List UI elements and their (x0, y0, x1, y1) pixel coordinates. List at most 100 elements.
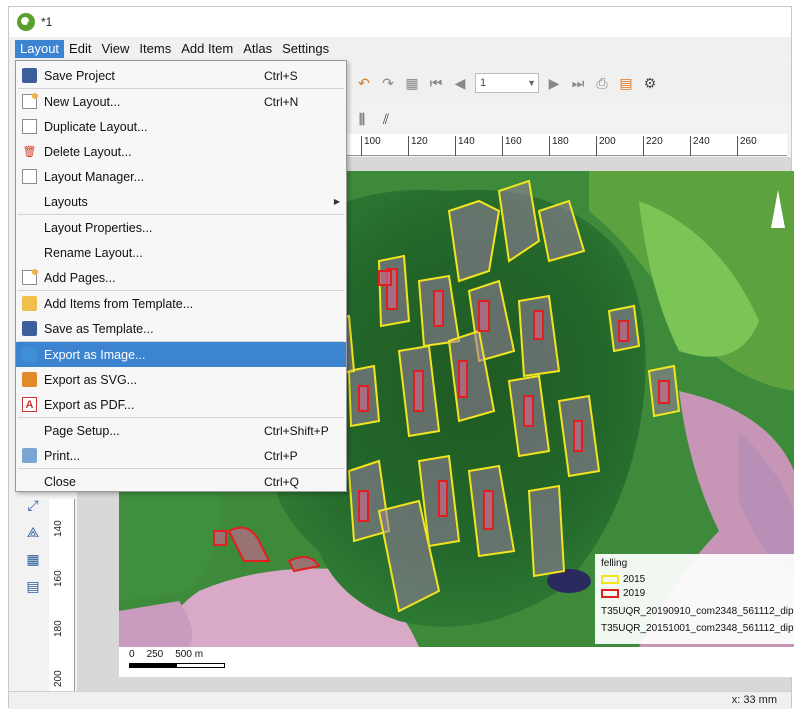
menu-item-page-setup[interactable]: Page Setup... Ctrl+Shift+P (16, 418, 346, 443)
menu-item-layout-properties[interactable]: Layout Properties... (16, 215, 346, 240)
ruler-tick: 140 (53, 520, 64, 537)
legend-item[interactable]: felling 2015 2019 T35UQR_20190910_com234… (595, 554, 797, 644)
redo-icon[interactable]: ↷ (379, 74, 397, 92)
menu-add-item[interactable]: Add Item (176, 40, 238, 58)
menu-item-label: Page Setup... (44, 423, 120, 438)
new-layout-icon (22, 93, 38, 109)
atlas-preview-icon[interactable]: ▦ (403, 74, 421, 92)
save-icon (22, 68, 37, 83)
print-icon (22, 448, 37, 463)
add-node-item-icon[interactable]: ⤢ (27, 497, 38, 514)
menu-item-rename-layout[interactable]: Rename Layout... (16, 240, 346, 265)
print-atlas-icon[interactable]: ⎙ (593, 74, 611, 92)
scalebar-segment (130, 664, 177, 667)
menu-settings[interactable]: Settings (277, 40, 334, 58)
layout-manager-icon (22, 169, 37, 184)
folder-icon (22, 296, 37, 311)
atlas-toolbar: ↶ ↷ ▦ ⏮ ◀ 1 ▼ ▶ ⏭ ⎙ ▤ ⚙ (349, 61, 791, 105)
menu-item-close[interactable]: Close Ctrl+Q (16, 469, 346, 494)
menu-item-export-as-svg[interactable]: Export as SVG... (16, 367, 346, 392)
ruler-tick: 260 (737, 136, 757, 156)
next-feature-icon[interactable]: ▶ (545, 74, 563, 92)
menu-item-label: Add Pages... (44, 270, 116, 285)
vertical-ruler: 140 160 180 200 (49, 499, 75, 697)
menu-item-new-layout[interactable]: New Layout... Ctrl+N (16, 89, 346, 114)
menu-item-add-pages[interactable]: Add Pages... (16, 265, 346, 290)
menu-item-label: Add Items from Template... (44, 296, 194, 311)
legend-label: 2015 (623, 573, 646, 585)
resize-icon[interactable]: ⫽ (377, 110, 395, 128)
save-template-icon (22, 321, 37, 336)
menu-item-label: Close (44, 474, 76, 489)
menu-item-label: Layout Manager... (44, 169, 145, 184)
legend-entry: 2015 (601, 572, 791, 586)
menu-layout[interactable]: Layout (15, 40, 65, 58)
ruler-tick: 240 (690, 136, 710, 156)
menu-bar: Layout Edit View Items Add Item Atlas Se… (9, 39, 791, 59)
title-bar: *1 (9, 7, 791, 37)
menu-item-layouts[interactable]: Layouts ▶ (16, 189, 346, 214)
menu-atlas[interactable]: Atlas (238, 40, 277, 58)
menu-item-label: Export as SVG... (44, 372, 138, 387)
menu-item-duplicate-layout[interactable]: Duplicate Layout... (16, 114, 346, 139)
scalebar-label: 500 m (175, 649, 204, 660)
menu-item-delete-layout[interactable]: 🗑 Delete Layout... (16, 139, 346, 164)
menu-view[interactable]: View (96, 40, 134, 58)
menu-item-export-as-image[interactable]: Export as Image... (16, 342, 346, 367)
scalebar-labels: 0 250 500 m (129, 649, 203, 660)
legend-title: felling (601, 558, 628, 569)
menu-item-save-as-template[interactable]: Save as Template... (16, 316, 346, 341)
menu-item-label: Layout Properties... (44, 220, 153, 235)
menu-item-shortcut: Ctrl+P (264, 448, 298, 463)
ruler-tick: 200 (596, 136, 616, 156)
ruler-tick: 200 (53, 670, 64, 687)
menu-item-shortcut: Ctrl+Shift+P (264, 423, 329, 438)
north-arrow-icon[interactable] (771, 190, 785, 228)
export-image-icon (22, 347, 37, 362)
menu-item-layout-manager[interactable]: Layout Manager... (16, 164, 346, 189)
export-atlas-icon[interactable]: ▤ (617, 74, 635, 92)
cursor-coordinate: x: 33 mm (731, 694, 777, 706)
add-attribute-table-icon[interactable]: ▦ (26, 551, 39, 568)
menu-item-label: Print... (44, 448, 81, 463)
menu-edit[interactable]: Edit (64, 40, 96, 58)
layout-menu-dropdown: Save Project Ctrl+S New Layout... Ctrl+N… (15, 60, 347, 492)
menu-item-export-as-pdf[interactable]: A Export as PDF... (16, 392, 346, 417)
legend-layer: T35UQR_20151001_com2348_561112_dip (601, 623, 794, 634)
ruler-tick: 120 (408, 136, 428, 156)
menu-item-add-items-from-template[interactable]: Add Items from Template... (16, 291, 346, 316)
item-tools-panel: ⤢ ⟁ ▦ ▤ (19, 497, 47, 607)
ruler-tick: 100 (361, 136, 381, 156)
atlas-settings-icon[interactable]: ⚙ (641, 74, 659, 92)
menu-items[interactable]: Items (134, 40, 176, 58)
ruler-tick: 160 (53, 570, 64, 587)
ruler-tick: 180 (53, 620, 64, 637)
menu-item-shortcut: Ctrl+S (264, 68, 298, 83)
distribute-icon[interactable]: ⫼ (353, 110, 371, 128)
add-html-icon[interactable]: ▤ (26, 578, 39, 595)
window-title: *1 (41, 15, 53, 29)
chevron-down-icon: ▼ (527, 78, 536, 88)
legend-label: 2019 (623, 587, 646, 599)
menu-item-label: Delete Layout... (44, 144, 132, 159)
menu-item-shortcut: Ctrl+N (264, 94, 299, 109)
atlas-page-value: 1 (480, 77, 487, 89)
atlas-page-combo[interactable]: 1 ▼ (475, 73, 539, 93)
menu-item-print[interactable]: Print... Ctrl+P (16, 443, 346, 468)
menu-item-label: Save as Template... (44, 321, 154, 336)
scalebar-item[interactable]: 0 250 500 m (119, 647, 794, 677)
export-pdf-icon: A (22, 397, 37, 412)
menu-item-label: Export as PDF... (44, 397, 135, 412)
edit-nodes-icon[interactable]: ⟁ (27, 524, 40, 541)
ruler-tick: 180 (549, 136, 569, 156)
ruler-tick: 220 (643, 136, 663, 156)
scalebar-segment (177, 664, 224, 667)
legend-layer: T35UQR_20190910_com2348_561112_dip (601, 606, 794, 617)
first-feature-icon[interactable]: ⏮ (427, 74, 445, 92)
menu-item-save-project[interactable]: Save Project Ctrl+S (16, 63, 346, 88)
trash-icon: 🗑 (22, 146, 37, 158)
undo-icon[interactable]: ↶ (355, 74, 373, 92)
qgis-logo-icon (17, 13, 35, 31)
previous-feature-icon[interactable]: ◀ (451, 74, 469, 92)
last-feature-icon[interactable]: ⏭ (569, 74, 587, 92)
